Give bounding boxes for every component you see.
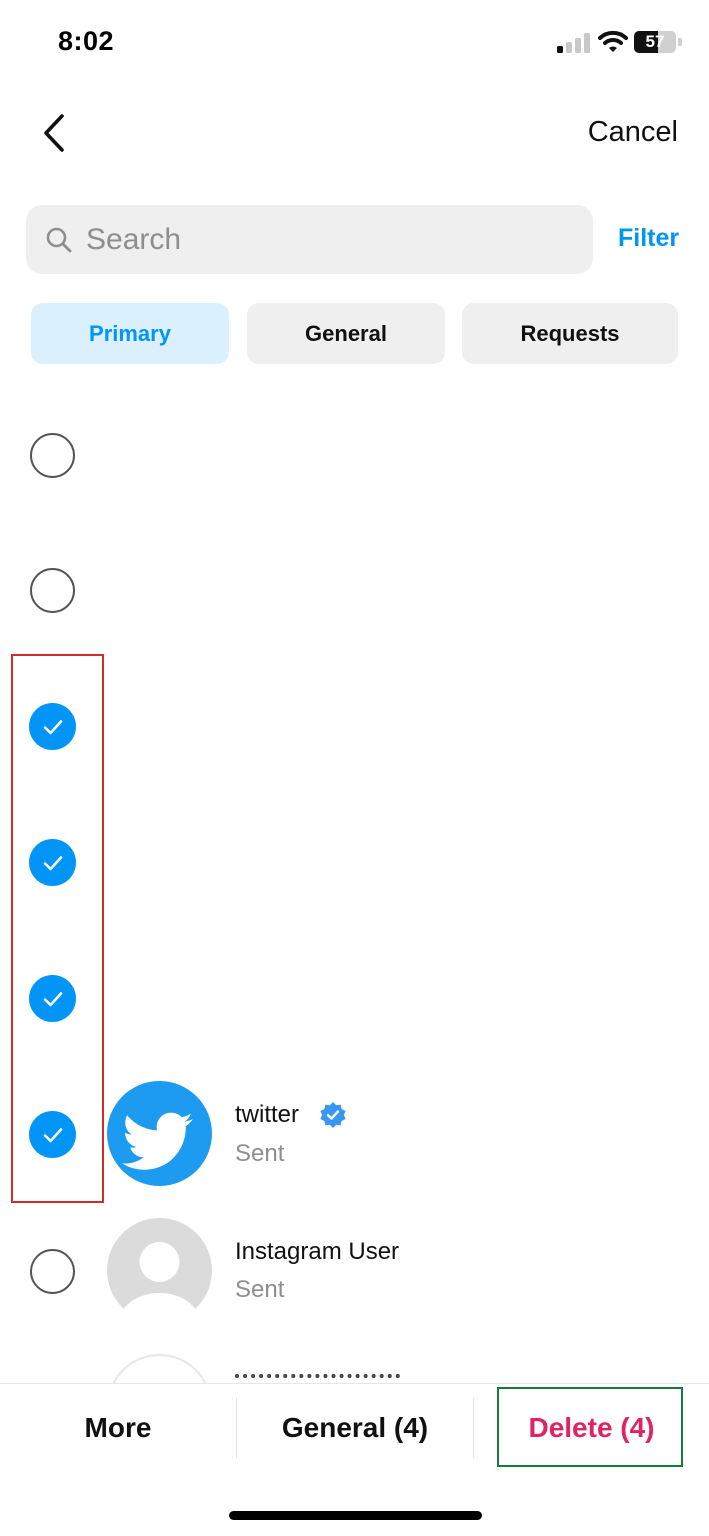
back-chevron-icon[interactable] [36, 110, 72, 156]
tab-general[interactable]: General [247, 303, 445, 364]
filter-button[interactable]: Filter [618, 224, 679, 253]
twitter-bird-icon [122, 1112, 193, 1170]
wifi-icon [598, 30, 628, 52]
home-indicator [229, 1511, 482, 1520]
default-user-icon [119, 1242, 200, 1323]
tab-requests[interactable]: Requests [462, 303, 678, 364]
battery-icon: 57 [634, 31, 682, 53]
avatar[interactable] [107, 1218, 212, 1323]
thread-status: Sent [235, 1140, 285, 1167]
search-input[interactable] [86, 205, 576, 274]
thread-select-radio[interactable] [30, 568, 75, 613]
selection-highlight-box [11, 654, 104, 1203]
battery-percent: 57 [645, 32, 665, 51]
cancel-button[interactable]: Cancel [588, 116, 678, 149]
thread-name: twitter [235, 1101, 300, 1128]
thread-select-radio[interactable] [30, 433, 75, 478]
thread-select-radio[interactable] [30, 1249, 75, 1294]
thread-name: Instagram User [235, 1238, 400, 1265]
search-icon [46, 227, 72, 253]
thread-status: Sent [235, 1276, 285, 1303]
verified-badge-icon [320, 1102, 346, 1128]
tab-primary[interactable]: Primary [31, 303, 229, 364]
delete-highlight-box [497, 1387, 683, 1467]
avatar[interactable] [107, 1081, 212, 1186]
move-to-general-button[interactable]: General (4) [237, 1384, 473, 1472]
more-button[interactable]: More [0, 1384, 236, 1472]
search-bar[interactable] [26, 205, 593, 274]
cellular-signal-icon [557, 33, 590, 53]
status-time: 8:02 [58, 26, 115, 56]
